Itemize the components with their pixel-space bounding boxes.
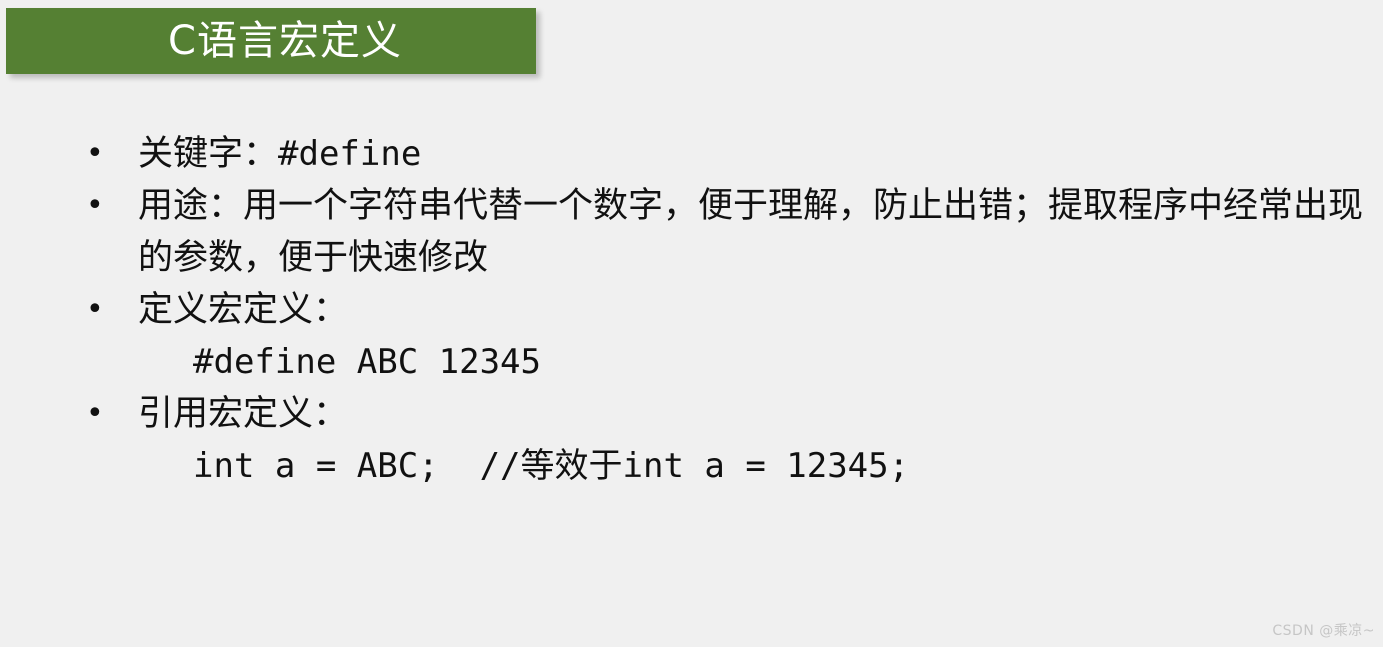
list-item: • 关键字：#define (0, 128, 1383, 180)
code-line-usage: int a = ABC; //等效于int a = 12345; (193, 446, 910, 486)
bullet-marker-icon: • (86, 396, 104, 431)
code-line-define: #define ABC 12345 (193, 342, 541, 382)
list-item-label: 用途：用一个字符串代替一个数字，便于理解，防止出错；提取程序中经常出现的参数，便… (138, 186, 1364, 278)
watermark: CSDN @乘凉~ (1272, 623, 1375, 639)
slide-canvas: C语言宏定义 • 关键字：#define • 用途：用一个字符串代替一个数字，便… (0, 0, 1383, 647)
list-item-label: 关键字： (138, 134, 279, 174)
list-item: • 用途：用一个字符串代替一个数字，便于理解，防止出错；提取程序中经常出现的参数… (0, 180, 1383, 284)
title-banner: C语言宏定义 (6, 8, 536, 74)
list-item-label: 定义宏定义： (138, 290, 349, 330)
bullet-marker-icon: • (86, 188, 104, 223)
list-item-code-value: #define (278, 134, 422, 174)
list-item: • 引用宏定义： (0, 388, 1383, 440)
page-title: C语言宏定义 (168, 18, 402, 64)
bullet-marker-icon: • (86, 136, 104, 171)
list-item-label: 引用宏定义： (138, 394, 349, 434)
bullet-marker-icon: • (86, 292, 104, 327)
bullet-list: • 关键字：#define • 用途：用一个字符串代替一个数字，便于理解，防止出… (0, 128, 1383, 492)
list-item: • 定义宏定义： (0, 284, 1383, 336)
